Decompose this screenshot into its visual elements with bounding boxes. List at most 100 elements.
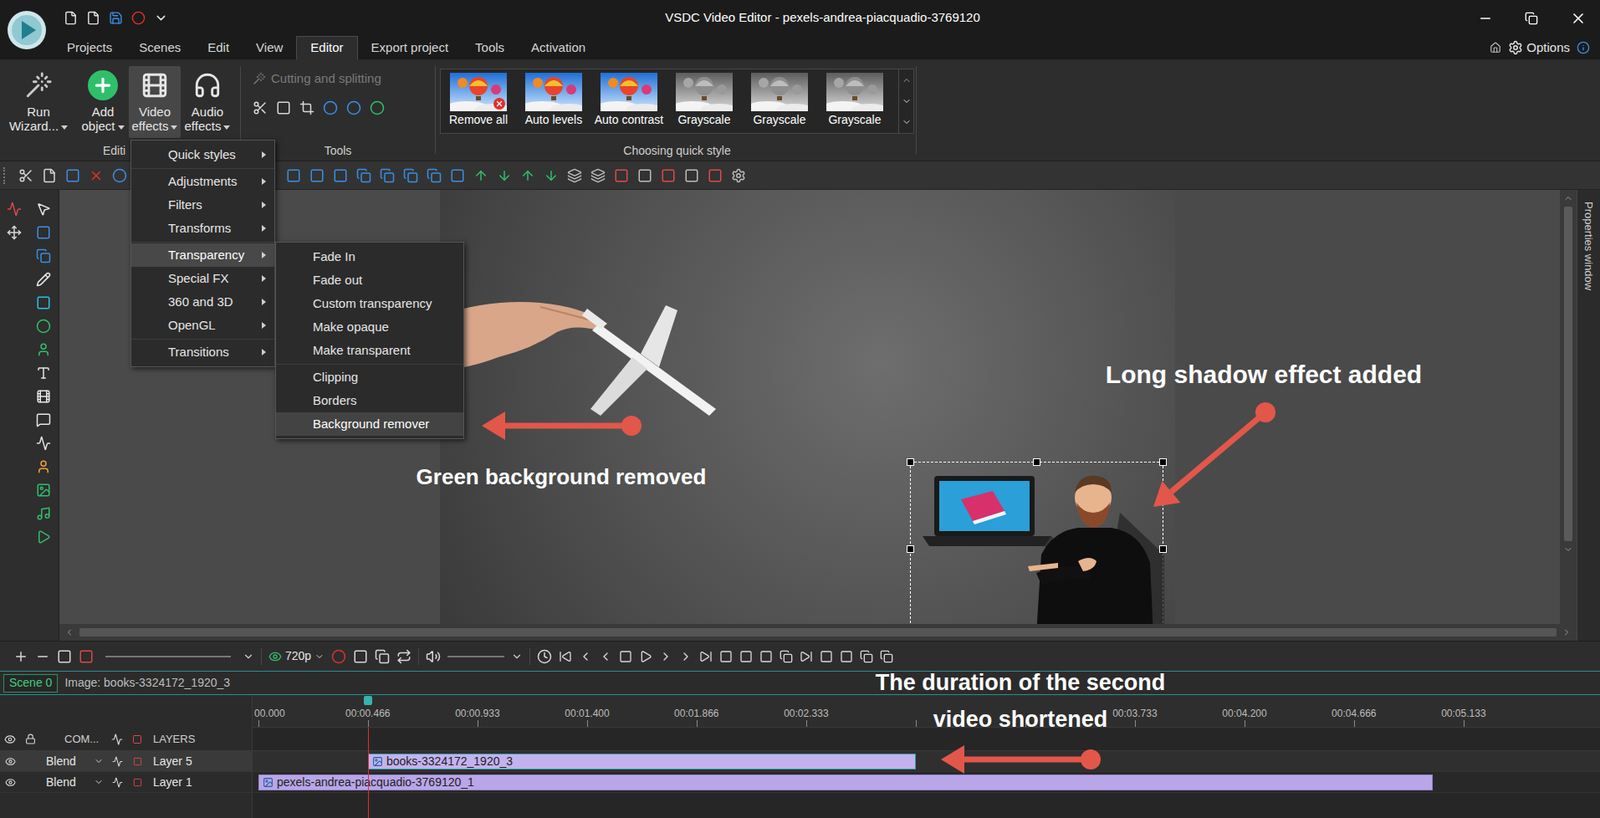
audio-wave-icon[interactable] bbox=[112, 756, 123, 767]
ribbon-button[interactable]: Videoeffects bbox=[128, 66, 181, 139]
menu-item[interactable]: Transforms bbox=[131, 216, 275, 241]
scissors-icon[interactable] bbox=[252, 100, 268, 116]
scroll-down-icon[interactable] bbox=[901, 96, 912, 107]
ribbon-button[interactable]: RunWizard... bbox=[0, 66, 77, 139]
zoom-fit-icon[interactable] bbox=[56, 649, 72, 665]
save-icon[interactable] bbox=[108, 10, 123, 26]
jump-icon[interactable] bbox=[799, 649, 813, 664]
playhead-marker[interactable] bbox=[363, 695, 373, 706]
scroll-thumb[interactable] bbox=[79, 628, 1557, 637]
menu-item[interactable]: OpenGL bbox=[131, 313, 275, 338]
fit-icon[interactable] bbox=[449, 168, 466, 184]
move-icon[interactable] bbox=[6, 224, 22, 241]
menu-item[interactable]: Custom transparency bbox=[276, 291, 464, 316]
loop-icon[interactable] bbox=[396, 649, 412, 665]
visibility-icon[interactable] bbox=[4, 733, 16, 746]
lock-icon[interactable] bbox=[25, 733, 36, 745]
resize-handle[interactable] bbox=[1159, 545, 1167, 553]
record-icon[interactable] bbox=[331, 649, 347, 665]
clear-marks-icon[interactable] bbox=[759, 649, 773, 664]
new-file-icon[interactable] bbox=[63, 10, 78, 26]
timeline-ruler[interactable]: 00.00000:00.46600:00.93300:01.40000:01.8… bbox=[252, 695, 1600, 728]
copy-icon[interactable] bbox=[41, 168, 57, 184]
timeline-clip[interactable]: books-3324172_1920_3 bbox=[368, 753, 916, 770]
delete-icon[interactable] bbox=[88, 168, 104, 184]
split-icon[interactable] bbox=[352, 649, 369, 665]
forward-icon[interactable] bbox=[679, 649, 693, 664]
menu-tab[interactable]: Edit bbox=[194, 35, 243, 60]
rewind-icon[interactable] bbox=[578, 649, 593, 664]
callout-icon[interactable] bbox=[35, 412, 52, 428]
animation-icon[interactable] bbox=[35, 459, 52, 475]
menu-item[interactable]: Transparency bbox=[131, 243, 275, 267]
rectangle-icon[interactable] bbox=[35, 295, 52, 311]
guides-icon[interactable] bbox=[660, 168, 676, 184]
zoom-slider[interactable] bbox=[105, 655, 231, 658]
volume-slider[interactable] bbox=[447, 655, 505, 658]
speed-icon[interactable] bbox=[369, 100, 385, 116]
clock-icon[interactable] bbox=[536, 649, 553, 665]
record-icon[interactable] bbox=[131, 10, 146, 26]
menu-tab[interactable]: Activation bbox=[517, 35, 599, 60]
volume-icon[interactable] bbox=[425, 649, 441, 665]
menu-item[interactable]: Filters bbox=[131, 193, 275, 217]
zoom-menu-icon[interactable] bbox=[242, 650, 255, 663]
menu-item[interactable]: Quick styles bbox=[131, 143, 275, 167]
menu-item[interactable]: Borders bbox=[276, 388, 464, 413]
menu-tab[interactable]: Scenes bbox=[125, 35, 195, 60]
trim-end-icon[interactable] bbox=[839, 649, 854, 664]
timeline-clip[interactable]: pexels-andrea-piacquadio-3769120_1 bbox=[258, 774, 1433, 791]
stop-icon[interactable] bbox=[618, 649, 633, 664]
audio-wave-icon[interactable] bbox=[111, 733, 123, 746]
trim-start-icon[interactable] bbox=[819, 649, 834, 664]
blend-mode-select[interactable]: Blend bbox=[40, 752, 108, 771]
quick-style-item[interactable]: Grayscale bbox=[666, 69, 742, 133]
menu-item[interactable]: Fade In bbox=[276, 245, 464, 269]
ellipse-icon[interactable] bbox=[35, 318, 52, 334]
resolution-selector[interactable]: 720p bbox=[268, 647, 325, 665]
quick-style-item[interactable]: Auto contrast bbox=[591, 69, 667, 133]
cutting-splitting-button[interactable]: Cutting and splitting bbox=[240, 59, 435, 89]
bring-front-icon[interactable] bbox=[520, 168, 536, 184]
cut-icon[interactable] bbox=[18, 168, 34, 184]
rotate-left-icon[interactable] bbox=[322, 100, 338, 116]
layer-row[interactable]: Blend Layer 5 books-3324172_1920_3 bbox=[0, 751, 1600, 772]
safe-area-icon[interactable] bbox=[684, 168, 700, 184]
home-icon[interactable] bbox=[1489, 41, 1502, 54]
restore-icon[interactable] bbox=[1524, 11, 1539, 26]
text-icon[interactable] bbox=[35, 365, 52, 381]
layer-name[interactable]: Layer 5 bbox=[147, 752, 193, 771]
menu-item[interactable]: Background remover bbox=[276, 412, 464, 436]
menu-tab[interactable]: Editor bbox=[296, 35, 358, 60]
visibility-icon[interactable] bbox=[5, 756, 16, 767]
settings-icon[interactable] bbox=[730, 168, 747, 184]
chart-icon[interactable] bbox=[35, 435, 52, 451]
scroll-right-icon[interactable] bbox=[1561, 627, 1572, 638]
blend-mode-select[interactable]: Blend bbox=[40, 773, 108, 792]
lock-object-icon[interactable] bbox=[707, 168, 723, 184]
menu-item[interactable]: 360 and 3D bbox=[131, 290, 275, 314]
align-left-icon[interactable] bbox=[286, 168, 302, 184]
next-frame-icon[interactable] bbox=[659, 649, 673, 664]
record-layer-icon[interactable] bbox=[132, 756, 143, 767]
volume-menu-icon[interactable] bbox=[511, 650, 523, 663]
menu-item[interactable]: Fade out bbox=[276, 268, 464, 292]
storyboard-icon[interactable] bbox=[374, 649, 390, 665]
expand-icon[interactable] bbox=[901, 117, 912, 128]
quick-style-item[interactable]: Remove all bbox=[440, 69, 517, 133]
properties-panel-tab[interactable]: Properties window bbox=[1576, 189, 1600, 641]
image-icon[interactable] bbox=[35, 482, 52, 498]
mark-out-icon[interactable] bbox=[739, 649, 753, 664]
visibility-icon[interactable] bbox=[5, 776, 16, 788]
group-icon[interactable] bbox=[567, 168, 583, 184]
ribbon-button[interactable]: Addobject bbox=[76, 66, 129, 139]
paste-icon[interactable] bbox=[65, 168, 81, 184]
grid-icon[interactable] bbox=[613, 168, 629, 184]
quick-style-item[interactable]: Auto levels bbox=[516, 69, 592, 133]
timeline-view-icon[interactable] bbox=[6, 201, 22, 217]
resize-handle[interactable] bbox=[1032, 458, 1041, 466]
markers-icon[interactable] bbox=[78, 649, 94, 665]
app-logo-icon[interactable] bbox=[0, 0, 54, 60]
record-icon[interactable] bbox=[112, 168, 128, 184]
open-file-icon[interactable] bbox=[86, 10, 101, 26]
